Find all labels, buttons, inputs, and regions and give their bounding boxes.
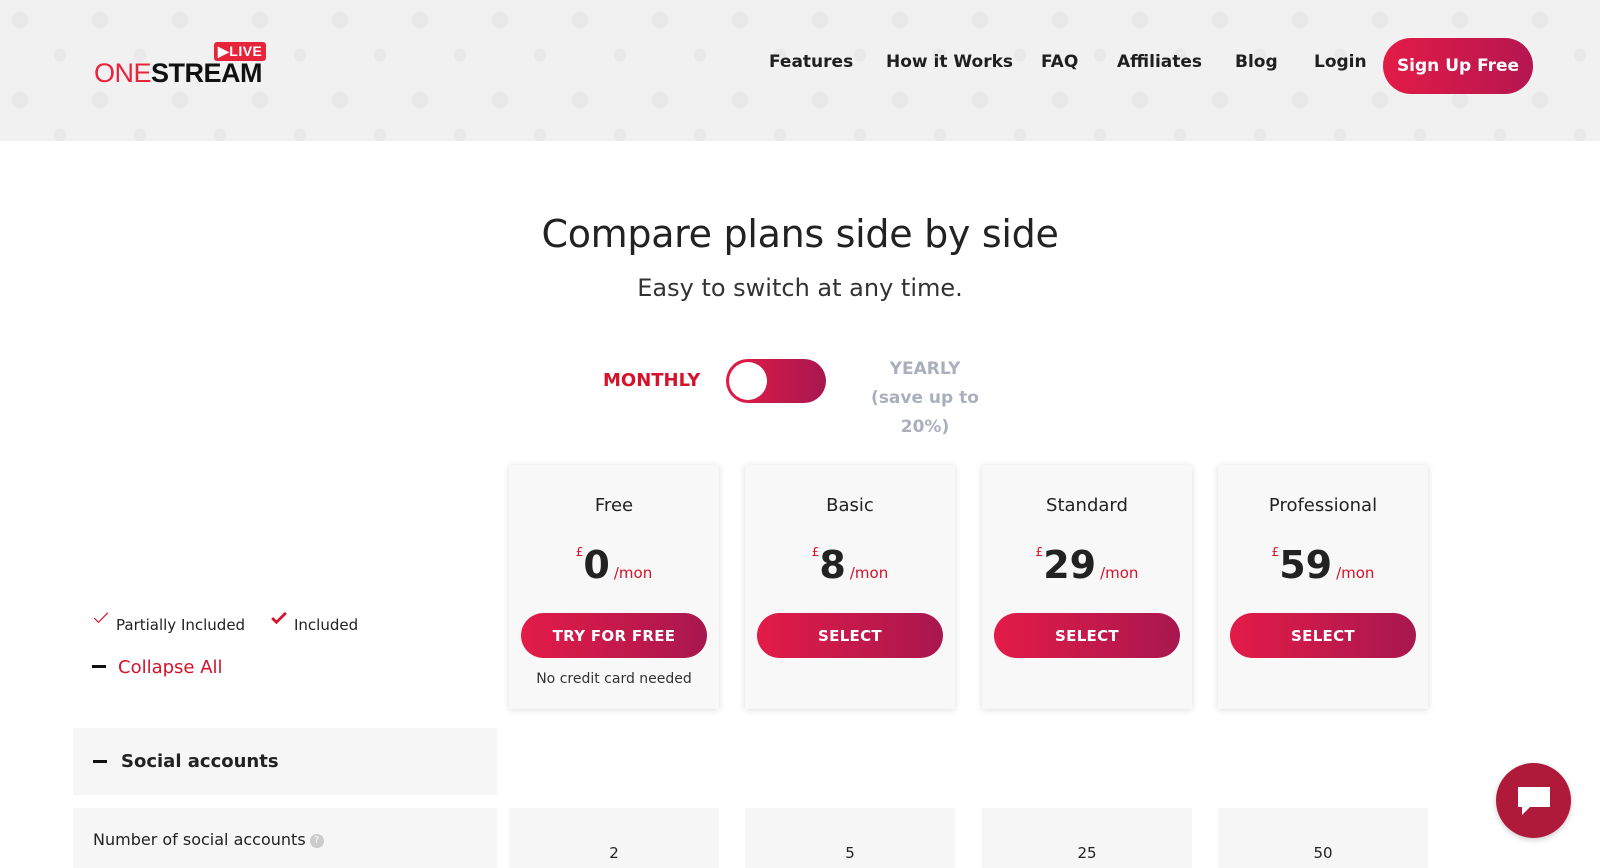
plan-card-professional: Professional £59/mon SELECT bbox=[1218, 465, 1428, 709]
toggle-knob bbox=[729, 362, 767, 400]
plan-name: Basic bbox=[826, 495, 874, 516]
legend-partial: Partially Included bbox=[92, 612, 245, 634]
site-header: ▶LIVE ONESTREAM Features How it Works FA… bbox=[0, 0, 1600, 141]
feature-cell-standard: 25 bbox=[982, 808, 1192, 868]
minus-icon bbox=[93, 760, 107, 763]
sign-up-button[interactable]: Sign Up Free bbox=[1383, 38, 1533, 94]
partial-check-icon bbox=[93, 612, 109, 624]
plan-name: Standard bbox=[1046, 495, 1128, 516]
section-label: Social accounts bbox=[121, 751, 279, 772]
select-professional-button[interactable]: SELECT bbox=[1230, 613, 1416, 658]
yearly-save-note: (save up to 20%) bbox=[871, 388, 979, 437]
legend-included: Included bbox=[270, 612, 358, 634]
plan-price: £29/mon bbox=[1035, 543, 1139, 587]
minus-icon bbox=[92, 664, 106, 668]
monthly-label[interactable]: MONTHLY bbox=[603, 370, 700, 391]
feature-cell-free: 2 bbox=[509, 808, 719, 868]
nav-blog[interactable]: Blog bbox=[1235, 52, 1278, 72]
yearly-label[interactable]: YEARLY (save up to 20%) bbox=[850, 355, 1000, 442]
chat-bubble-icon bbox=[1518, 787, 1550, 815]
plan-note: No credit card needed bbox=[536, 671, 692, 687]
plan-name: Free bbox=[594, 495, 634, 516]
billing-toggle[interactable] bbox=[726, 359, 826, 403]
feature-cell-professional: 50 bbox=[1218, 808, 1428, 868]
nav-affiliates[interactable]: Affiliates bbox=[1117, 52, 1202, 72]
included-check-icon bbox=[271, 612, 287, 624]
page-subtitle: Easy to switch at any time. bbox=[637, 274, 963, 302]
feature-cell-basic: 5 bbox=[745, 808, 955, 868]
collapse-all-button[interactable]: Collapse All bbox=[92, 657, 223, 678]
plan-name: Professional bbox=[1268, 495, 1378, 516]
try-for-free-button[interactable]: TRY FOR FREE bbox=[521, 613, 707, 658]
plan-price: £8/mon bbox=[811, 543, 889, 587]
yearly-text: YEARLY bbox=[889, 359, 961, 379]
chat-widget-button[interactable] bbox=[1496, 763, 1571, 838]
nav-features[interactable]: Features bbox=[769, 52, 853, 72]
plan-price: £0/mon bbox=[575, 543, 653, 587]
logo-wordmark: ONESTREAM bbox=[94, 58, 263, 88]
plan-card-basic: Basic £8/mon SELECT bbox=[745, 465, 955, 709]
select-basic-button[interactable]: SELECT bbox=[757, 613, 943, 658]
select-standard-button[interactable]: SELECT bbox=[994, 613, 1180, 658]
plan-price: £59/mon bbox=[1271, 543, 1375, 587]
feature-label: Number of social accounts? bbox=[93, 830, 324, 849]
section-social-accounts[interactable]: Social accounts bbox=[73, 728, 497, 795]
plan-card-free: Free £0/mon TRY FOR FREE No credit card … bbox=[509, 465, 719, 709]
plan-card-standard: Standard £29/mon SELECT bbox=[982, 465, 1192, 709]
nav-faq[interactable]: FAQ bbox=[1041, 52, 1078, 72]
page-title: Compare plans side by side bbox=[541, 212, 1059, 256]
onestream-logo[interactable]: ▶LIVE ONESTREAM bbox=[94, 40, 267, 90]
question-circle-icon[interactable]: ? bbox=[309, 833, 324, 848]
feature-row-label: Number of social accounts? bbox=[73, 808, 497, 868]
nav-how-it-works[interactable]: How it Works bbox=[886, 52, 1013, 72]
nav-login[interactable]: Login bbox=[1314, 52, 1367, 72]
